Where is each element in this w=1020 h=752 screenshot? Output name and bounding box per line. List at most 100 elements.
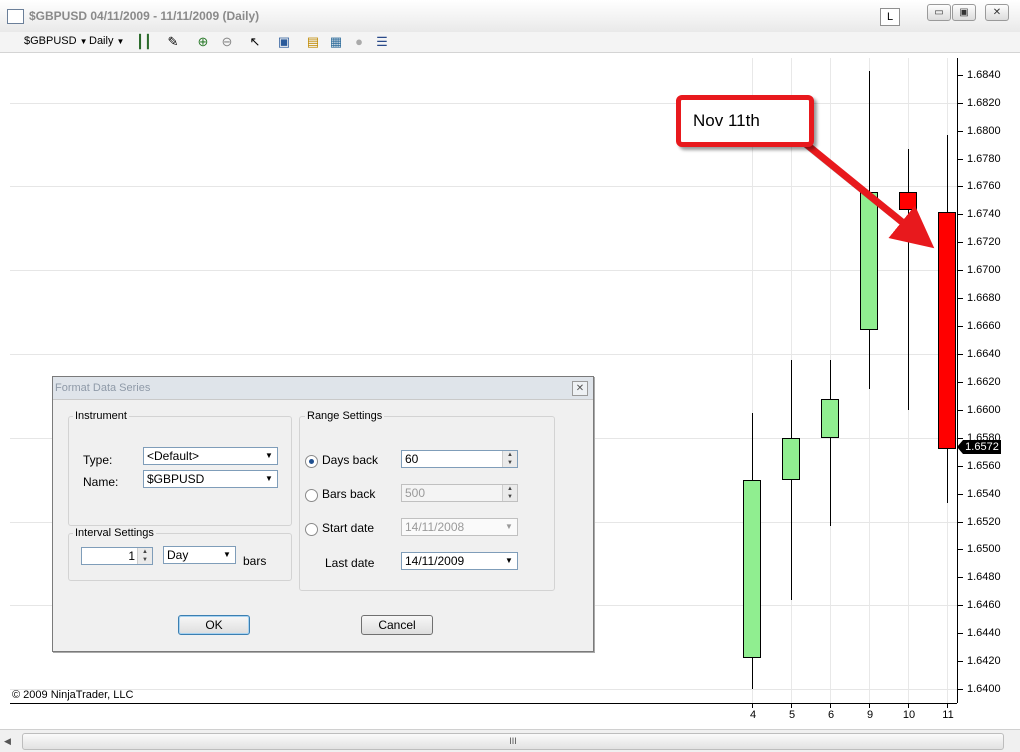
candle-body[interactable] xyxy=(938,211,956,449)
scroll-thumb[interactable]: III xyxy=(22,733,1004,750)
start-date-value: 14/11/2008 xyxy=(405,520,465,534)
properties-icon[interactable]: ☰ xyxy=(374,34,390,50)
window-title: $GBPUSD 04/11/2009 - 11/11/2009 (Daily) xyxy=(29,9,260,23)
interval-unit-combo[interactable]: Day ▼ xyxy=(163,546,236,564)
days-back-spinner[interactable]: 60 ▲ ▼ xyxy=(401,450,518,468)
data-series-icon[interactable]: ▤ xyxy=(305,34,321,50)
instrument-selector[interactable]: $GBPUSD ▼ xyxy=(24,35,88,47)
spin-up-icon[interactable]: ▲ xyxy=(138,548,152,556)
days-back-radio[interactable] xyxy=(305,455,318,468)
y-tick xyxy=(958,522,963,523)
spin-down-icon[interactable]: ▼ xyxy=(138,556,152,564)
dialog-close-icon[interactable]: ✕ xyxy=(572,381,588,396)
chart-app-icon xyxy=(7,9,24,24)
candle-body[interactable] xyxy=(899,192,917,211)
zoom-out-icon[interactable]: ⊖ xyxy=(219,34,235,50)
start-date-picker[interactable]: 14/11/2008 ▼ xyxy=(401,518,518,536)
h-gridline xyxy=(10,270,957,271)
y-axis xyxy=(957,58,958,703)
y-tick xyxy=(958,75,963,76)
chevron-down-icon: ▼ xyxy=(116,37,125,46)
y-tick xyxy=(958,298,963,299)
chevron-down-icon: ▼ xyxy=(265,474,273,483)
interval-value: 1 xyxy=(128,549,135,563)
horizontal-scrollbar[interactable]: ◀ III xyxy=(0,729,1020,752)
bars-label: bars xyxy=(243,554,267,568)
chevron-down-icon: ▼ xyxy=(79,37,88,46)
zoom-in-icon[interactable]: ⊕ xyxy=(195,34,211,50)
snapshot-icon[interactable]: ▣ xyxy=(276,34,292,50)
candle-body[interactable] xyxy=(743,479,761,659)
x-tick-label: 10 xyxy=(902,709,916,721)
interval-value-spinner[interactable]: 1 ▲ ▼ xyxy=(81,547,153,565)
type-value: <Default> xyxy=(147,449,200,463)
cancel-button[interactable]: Cancel xyxy=(361,615,433,635)
y-tick-label: 1.6680 xyxy=(967,292,1001,304)
spin-down-icon[interactable]: ▼ xyxy=(503,459,517,467)
bars-back-value: 500 xyxy=(405,486,426,500)
y-tick-label: 1.6440 xyxy=(967,627,1001,639)
type-combo[interactable]: <Default> ▼ xyxy=(143,447,278,465)
restore-button[interactable]: ▣ xyxy=(952,4,976,21)
pencil-icon[interactable]: ✎ xyxy=(165,34,181,50)
close-button[interactable]: ✕ xyxy=(985,4,1009,21)
spin-up-icon: ▲ xyxy=(503,485,517,493)
interval-group-label: Interval Settings xyxy=(73,527,156,539)
candle-body[interactable] xyxy=(860,192,878,331)
chevron-down-icon: ▼ xyxy=(505,522,513,531)
h-gridline xyxy=(10,354,957,355)
x-tick-label: 5 xyxy=(788,709,796,721)
instrument-group-label: Instrument xyxy=(73,410,129,422)
days-back-label: Days back xyxy=(322,453,379,467)
start-date-radio[interactable] xyxy=(305,523,318,536)
bars-back-label: Bars back xyxy=(322,487,376,501)
scroll-left-icon[interactable]: ◀ xyxy=(4,736,11,747)
bars-back-spinner[interactable]: 500 ▲ ▼ xyxy=(401,484,518,502)
y-tick xyxy=(958,354,963,355)
x-tick-label: 4 xyxy=(749,709,757,721)
h-gridline xyxy=(10,186,957,187)
x-tick xyxy=(947,703,948,708)
y-tick-label: 1.6540 xyxy=(967,488,1001,500)
candlestick-icon[interactable]: ┃┃ xyxy=(136,34,152,50)
y-tick-label: 1.6640 xyxy=(967,348,1001,360)
days-back-value: 60 xyxy=(405,452,419,466)
candle-wick xyxy=(908,148,909,410)
y-tick-label: 1.6520 xyxy=(967,516,1001,528)
bars-back-radio[interactable] xyxy=(305,489,318,502)
candle-wick xyxy=(791,359,792,600)
chevron-down-icon: ▼ xyxy=(505,556,513,565)
interval-unit-value: Day xyxy=(167,548,189,562)
y-tick-label: 1.6760 xyxy=(967,180,1001,192)
dialog-titlebar: Format Data Series ✕ xyxy=(53,377,593,400)
spin-up-icon[interactable]: ▲ xyxy=(503,451,517,459)
candle-body[interactable] xyxy=(821,398,839,438)
spin-down-icon: ▼ xyxy=(503,493,517,501)
ok-button[interactable]: OK xyxy=(178,615,250,635)
y-tick-label: 1.6740 xyxy=(967,208,1001,220)
strategy-icon[interactable]: ● xyxy=(351,34,367,50)
chevron-down-icon: ▼ xyxy=(223,550,231,559)
annotation-callout: Nov 11th xyxy=(676,95,814,147)
y-tick-label: 1.6460 xyxy=(967,599,1001,611)
minimize-button[interactable]: ▭ xyxy=(927,4,951,21)
y-tick-label: 1.6720 xyxy=(967,236,1001,248)
period-selector[interactable]: Daily ▼ xyxy=(89,35,124,47)
candle-body[interactable] xyxy=(782,437,800,480)
x-tick xyxy=(869,703,870,708)
name-label: Name: xyxy=(83,475,119,489)
name-combo[interactable]: $GBPUSD ▼ xyxy=(143,470,278,488)
x-tick-label: 9 xyxy=(866,709,874,721)
cursor-icon[interactable]: ↖ xyxy=(247,34,263,50)
link-button[interactable]: L xyxy=(880,8,900,26)
candle-wick xyxy=(830,359,831,526)
x-tick xyxy=(752,703,753,708)
y-tick xyxy=(958,103,963,104)
last-date-picker[interactable]: 14/11/2009 ▼ xyxy=(401,552,518,570)
chart-toolbar: $GBPUSD ▼ Daily ▼ ┃┃ ✎ ⊕ ⊖ ↖ ▣ ▤ ▦ ● ☰ xyxy=(0,32,1020,53)
instrument-selector-label: $GBPUSD xyxy=(24,35,77,47)
chevron-down-icon: ▼ xyxy=(265,451,273,460)
y-tick xyxy=(958,382,963,383)
indicators-icon[interactable]: ▦ xyxy=(328,34,344,50)
y-tick-label: 1.6780 xyxy=(967,153,1001,165)
